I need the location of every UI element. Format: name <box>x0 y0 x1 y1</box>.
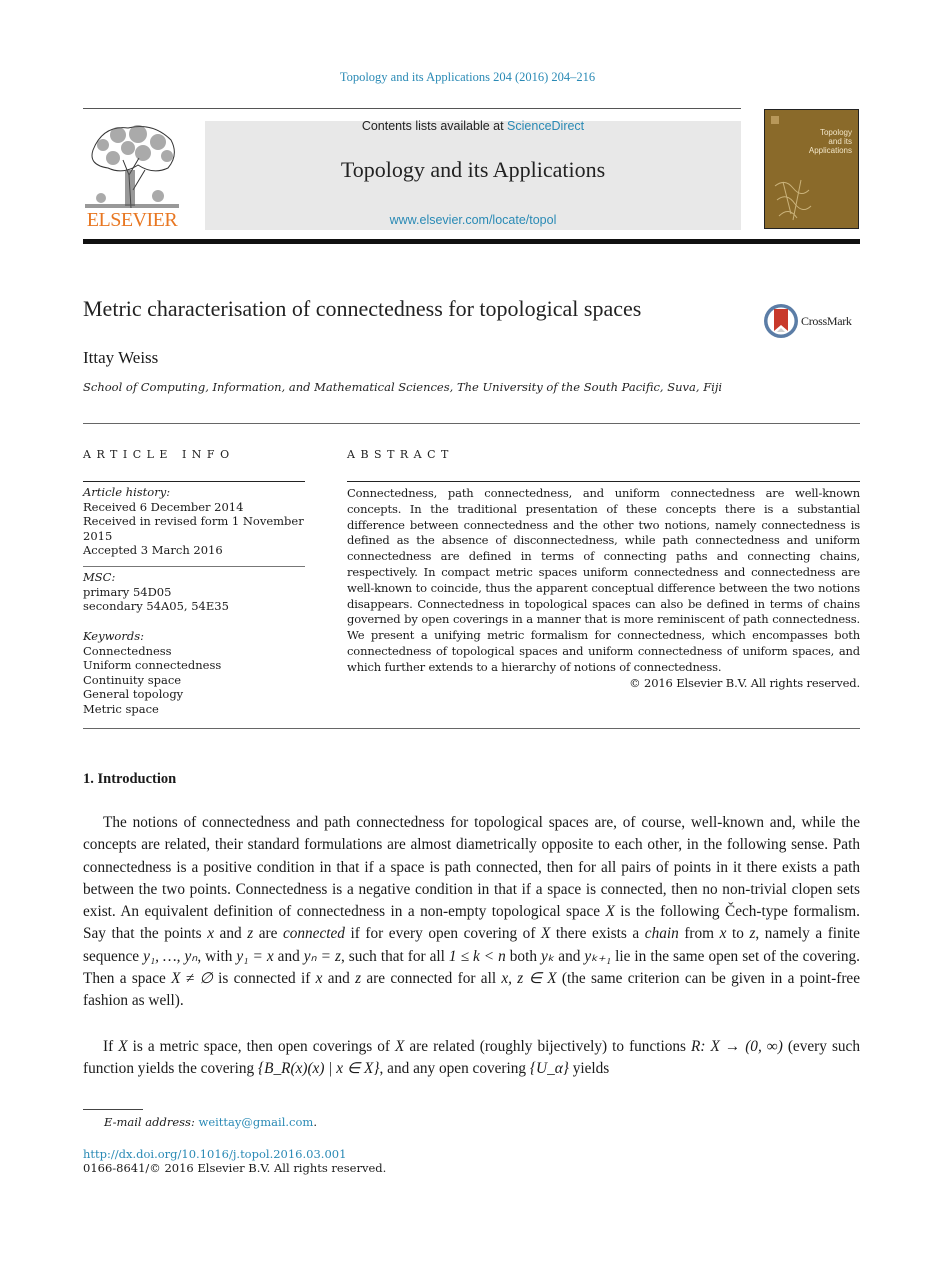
math-expression: yₙ = z <box>303 947 341 965</box>
article-info-heading: ARTICLE INFO <box>83 448 235 461</box>
journal-title: Topology and its Applications <box>340 157 606 182</box>
text-run: are related (roughly bijectively) to fun… <box>404 1038 692 1055</box>
sciencedirect-link[interactable]: ScienceDirect <box>507 119 584 133</box>
math-expression: {B_R(x)(x) | x ∈ X} <box>258 1060 380 1078</box>
abstract-text: Connectedness, path connectedness, and u… <box>347 486 860 674</box>
math-expression: y₁, …, yₙ <box>143 947 198 965</box>
article-history: Article history: Received 6 December 201… <box>83 485 305 558</box>
article-title: Metric characterisation of connectedness… <box>83 296 642 321</box>
text-run: and <box>554 947 585 965</box>
journal-reference-link[interactable]: Topology and its Applications 204 (2016)… <box>0 70 935 85</box>
cover-pattern-icon <box>774 179 812 221</box>
text-run: If <box>103 1038 119 1055</box>
keyword-item: General topology <box>83 687 184 701</box>
text-run: yields <box>568 1060 610 1078</box>
section-heading-introduction: 1. Introduction <box>83 771 177 787</box>
text-run: and <box>322 970 356 988</box>
text-run: and <box>213 925 248 943</box>
title-rule <box>83 423 860 424</box>
footnote-rule <box>83 1109 143 1110</box>
text-run: to <box>726 925 750 943</box>
text-run: is connected if <box>212 970 316 988</box>
keyword-item: Continuity space <box>83 672 182 687</box>
email-label: E-mail address: <box>104 1115 195 1129</box>
abstract-copyright: © 2016 Elsevier B.V. All rights reserved… <box>629 675 860 690</box>
math-symbol: x <box>207 925 214 943</box>
math-expression: 1 ≤ k < n <box>448 947 506 965</box>
text-run: are connected for all <box>361 970 502 988</box>
math-symbol: yₖ₊₁ <box>584 947 612 965</box>
introduction-paragraph-1: The notions of connectedness and path co… <box>83 812 860 1013</box>
period: . <box>313 1115 317 1129</box>
math-expression: R: X → (0, ∞) <box>691 1038 783 1055</box>
math-expression: X ≠ ∅ <box>171 970 213 988</box>
history-received: Received 6 December 2014 <box>83 499 244 514</box>
email-footnote: E-mail address: weittay@gmail.com. <box>104 1115 317 1129</box>
journal-homepage-link[interactable]: www.elsevier.com/locate/topol <box>205 213 741 227</box>
cover-title: Topology and its Applications <box>808 128 852 155</box>
msc-label: MSC: <box>83 570 116 584</box>
msc-secondary: secondary 54A05, 54E35 <box>83 599 229 613</box>
tree-icon <box>83 120 181 210</box>
abstract-body: Connectedness, path connectedness, and u… <box>347 486 860 691</box>
article-info-rule-2 <box>83 566 305 567</box>
keyword-item: Metric space <box>83 701 159 716</box>
text-run: both <box>505 947 541 965</box>
crossmark-icon <box>764 304 798 338</box>
crossmark-button[interactable]: CrossMark <box>763 303 863 343</box>
math-expression: {U_α} <box>529 1060 569 1078</box>
math-symbol: yₖ <box>540 947 555 965</box>
keywords: Keywords: Connectedness Uniform connecte… <box>83 629 305 716</box>
text-run: , with <box>197 947 237 965</box>
issn-copyright-line: 0166-8641/© 2016 Elsevier B.V. All right… <box>83 1161 387 1175</box>
journal-cover-thumbnail[interactable]: Topology and its Applications <box>764 109 859 229</box>
abstract-heading: ABSTRACT <box>347 448 454 461</box>
text-run: and <box>273 947 304 965</box>
text-run: there exists a <box>550 925 645 943</box>
cover-logo-icon <box>771 116 779 124</box>
doi-link[interactable]: http://dx.doi.org/10.1016/j.topol.2016.0… <box>83 1147 346 1161</box>
math-expression: y₁ = x <box>236 947 274 965</box>
text-run: from <box>678 925 720 943</box>
history-accepted: Accepted 3 March 2016 <box>83 543 223 557</box>
math-symbol: X <box>540 925 551 943</box>
text-run: , and any open covering <box>379 1060 530 1078</box>
author-affiliation: School of Computing, Information, and Ma… <box>83 380 723 394</box>
history-label: Article history: <box>83 485 171 499</box>
author-email-link[interactable]: weittay@gmail.com <box>198 1115 313 1129</box>
text-run: if for every open covering of <box>344 925 541 943</box>
emphasis-term: chain <box>644 925 679 943</box>
keyword-item: Uniform connectedness <box>83 658 222 672</box>
math-expression: x, z ∈ X <box>501 970 557 988</box>
history-revised: Received in revised form 1 November 2015 <box>83 514 304 543</box>
abstract-end-rule <box>83 728 860 729</box>
emphasis-term: connected <box>282 925 345 943</box>
math-symbol: X <box>605 903 615 921</box>
crossmark-label: CrossMark <box>801 314 852 328</box>
msc-primary: primary 54D05 <box>83 584 172 599</box>
math-symbol: X <box>395 1038 405 1055</box>
header-rule <box>83 108 741 109</box>
text-run: are <box>253 925 283 943</box>
author-name: Ittay Weiss <box>83 348 159 367</box>
abstract-rule <box>347 481 860 482</box>
math-symbol: X <box>118 1038 128 1055</box>
header-thick-rule <box>83 239 860 244</box>
contents-prefix: Contents lists available at <box>361 119 508 133</box>
introduction-paragraph-2: If X is a metric space, then open coveri… <box>83 1036 860 1081</box>
article-info-rule <box>83 481 305 482</box>
text-run: is a metric space, then open coverings o… <box>127 1038 395 1055</box>
msc-codes: MSC: primary 54D05 secondary 54A05, 54E3… <box>83 570 305 614</box>
contents-available-line: Contents lists available at ScienceDirec… <box>205 119 741 133</box>
text-run: , such that for all <box>340 947 449 965</box>
keywords-label: Keywords: <box>83 629 144 643</box>
elsevier-wordmark: ELSEVIER <box>86 209 178 231</box>
keyword-item: Connectedness <box>83 643 172 658</box>
